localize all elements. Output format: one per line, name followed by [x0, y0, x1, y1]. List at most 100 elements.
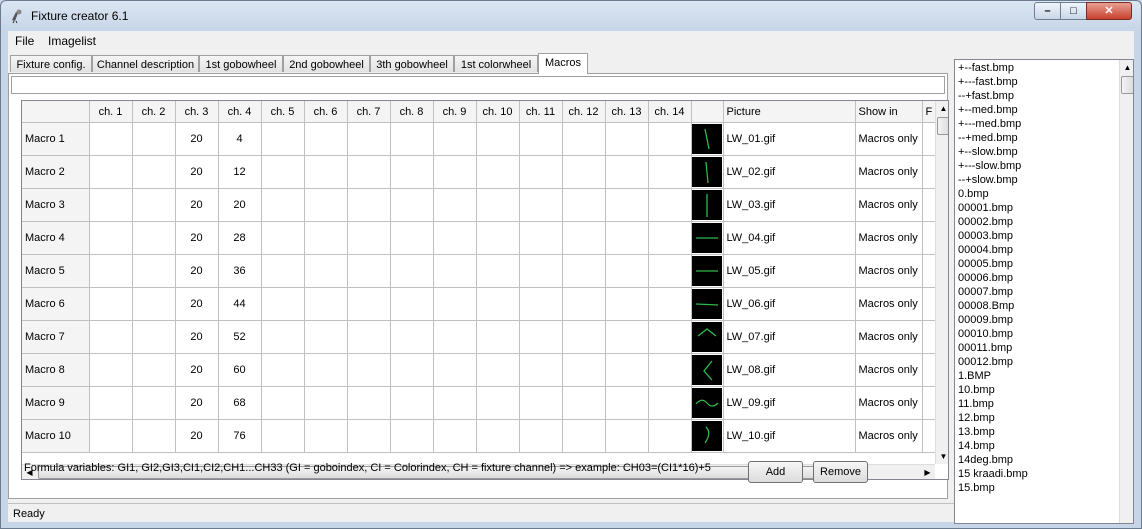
ch3-cell[interactable]: 20	[175, 254, 219, 288]
picture-thumbnail-cell[interactable]	[691, 122, 724, 156]
channel-cell[interactable]	[261, 419, 305, 453]
channel-cell[interactable]	[476, 386, 520, 420]
vertical-scroll-thumb[interactable]	[937, 117, 948, 135]
picture-thumbnail-cell[interactable]	[691, 353, 724, 387]
channel-cell[interactable]	[562, 320, 606, 354]
channel-cell[interactable]	[433, 155, 477, 189]
table-row[interactable]: Macro 9 20 68 LW_09.gif Macros only	[22, 386, 943, 420]
channel-cell[interactable]	[433, 122, 477, 156]
column-header[interactable]: ch. 6	[304, 101, 348, 123]
channel-cell[interactable]	[605, 155, 649, 189]
picture-cell[interactable]: LW_09.gif	[723, 386, 856, 420]
picture-thumbnail-cell[interactable]	[691, 155, 724, 189]
picture-cell[interactable]: LW_03.gif	[723, 188, 856, 222]
file-list-item[interactable]: 1.BMP	[958, 370, 991, 384]
row-name-cell[interactable]: Macro 9	[22, 386, 90, 420]
channel-cell[interactable]	[605, 320, 649, 354]
channel-cell[interactable]	[476, 254, 520, 288]
file-list-item[interactable]: 00001.bmp	[958, 202, 1013, 216]
channel-cell[interactable]	[132, 353, 176, 387]
picture-thumbnail-cell[interactable]	[691, 254, 724, 288]
file-list-item[interactable]: 0.bmp	[958, 188, 989, 202]
picture-cell[interactable]: LW_04.gif	[723, 221, 856, 255]
file-list-item[interactable]: 15.bmp	[958, 482, 995, 496]
column-header[interactable]	[691, 101, 724, 123]
macro-input-field[interactable]	[11, 76, 945, 94]
column-header[interactable]: ch. 5	[261, 101, 305, 123]
file-list-item[interactable]: 00004.bmp	[958, 244, 1013, 258]
channel-cell[interactable]	[648, 122, 692, 156]
channel-cell[interactable]	[562, 386, 606, 420]
remove-button[interactable]: Remove	[813, 461, 868, 483]
table-row[interactable]: Macro 3 20 20 LW_03.gif Macros only	[22, 188, 943, 222]
arrow-down-icon[interactable]: ▼	[936, 449, 948, 464]
channel-cell[interactable]	[132, 320, 176, 354]
picture-thumbnail-cell[interactable]	[691, 386, 724, 420]
ch3-cell[interactable]: 20	[175, 188, 219, 222]
file-list-item[interactable]: 14.bmp	[958, 440, 995, 454]
file-list-item[interactable]: 12.bmp	[958, 412, 995, 426]
file-list-item[interactable]: +--med.bmp	[958, 104, 1018, 118]
channel-cell[interactable]	[261, 188, 305, 222]
channel-cell[interactable]	[648, 320, 692, 354]
picture-thumbnail-cell[interactable]	[691, 419, 724, 453]
ch4-cell[interactable]: 36	[218, 254, 262, 288]
channel-cell[interactable]	[605, 419, 649, 453]
channel-cell[interactable]	[390, 320, 434, 354]
channel-cell[interactable]	[89, 353, 133, 387]
file-list-item[interactable]: 00002.bmp	[958, 216, 1013, 230]
channel-cell[interactable]	[433, 320, 477, 354]
channel-cell[interactable]	[648, 353, 692, 387]
channel-cell[interactable]	[304, 386, 348, 420]
file-list-scrollbar[interactable]: ▲	[1119, 60, 1133, 523]
channel-cell[interactable]	[347, 419, 391, 453]
channel-cell[interactable]	[562, 155, 606, 189]
file-list-item[interactable]: 11.bmp	[958, 398, 994, 412]
ch4-cell[interactable]: 52	[218, 320, 262, 354]
channel-cell[interactable]	[390, 254, 434, 288]
tab-1st-gobowheel[interactable]: 1st gobowheel	[199, 55, 283, 72]
channel-cell[interactable]	[476, 353, 520, 387]
show-in-cell[interactable]: Macros only	[855, 386, 923, 420]
channel-cell[interactable]	[648, 287, 692, 321]
channel-cell[interactable]	[605, 254, 649, 288]
channel-cell[interactable]	[433, 254, 477, 288]
channel-cell[interactable]	[390, 188, 434, 222]
row-name-cell[interactable]: Macro 7	[22, 320, 90, 354]
channel-cell[interactable]	[390, 287, 434, 321]
column-header[interactable]: Picture	[723, 101, 856, 123]
arrow-up-icon[interactable]: ▲	[936, 101, 948, 116]
channel-cell[interactable]	[519, 320, 563, 354]
file-list-item[interactable]: 13.bmp	[958, 426, 995, 440]
channel-cell[interactable]	[304, 221, 348, 255]
channel-cell[interactable]	[347, 320, 391, 354]
channel-cell[interactable]	[132, 122, 176, 156]
show-in-cell[interactable]: Macros only	[855, 254, 923, 288]
channel-cell[interactable]	[562, 419, 606, 453]
channel-cell[interactable]	[648, 386, 692, 420]
show-in-cell[interactable]: Macros only	[855, 353, 923, 387]
show-in-cell[interactable]: Macros only	[855, 419, 923, 453]
ch4-cell[interactable]: 60	[218, 353, 262, 387]
channel-cell[interactable]	[433, 188, 477, 222]
channel-cell[interactable]	[89, 419, 133, 453]
channel-cell[interactable]	[519, 221, 563, 255]
channel-cell[interactable]	[390, 353, 434, 387]
column-header[interactable]: ch. 10	[476, 101, 520, 123]
picture-thumbnail-cell[interactable]	[691, 221, 724, 255]
channel-cell[interactable]	[132, 386, 176, 420]
ch3-cell[interactable]: 20	[175, 287, 219, 321]
channel-cell[interactable]	[605, 122, 649, 156]
show-in-cell[interactable]: Macros only	[855, 122, 923, 156]
channel-cell[interactable]	[132, 155, 176, 189]
channel-cell[interactable]	[132, 287, 176, 321]
channel-cell[interactable]	[304, 254, 348, 288]
show-in-cell[interactable]: Macros only	[855, 221, 923, 255]
channel-cell[interactable]	[390, 386, 434, 420]
ch4-cell[interactable]: 28	[218, 221, 262, 255]
channel-cell[interactable]	[304, 155, 348, 189]
picture-thumbnail-cell[interactable]	[691, 320, 724, 354]
row-name-cell[interactable]: Macro 10	[22, 419, 90, 453]
ch4-cell[interactable]: 12	[218, 155, 262, 189]
channel-cell[interactable]	[261, 122, 305, 156]
